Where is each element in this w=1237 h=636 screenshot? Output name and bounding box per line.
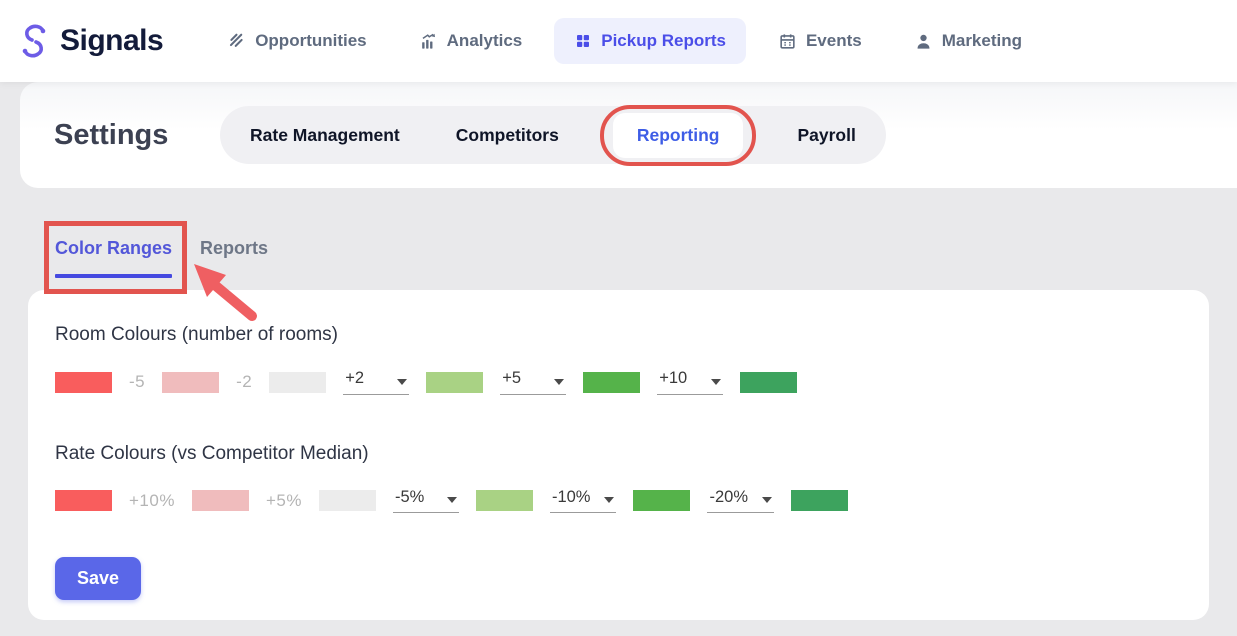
color-swatch — [426, 372, 483, 393]
color-swatch — [476, 490, 533, 511]
threshold-select[interactable]: -5% — [393, 489, 459, 514]
brand-name: Signals — [60, 24, 163, 58]
settings-tab-group: Rate Management Competitors Reporting Pa… — [220, 106, 886, 164]
opportunities-icon — [227, 32, 246, 51]
content-tab-color-ranges[interactable]: Color Ranges — [55, 238, 172, 278]
chevron-down-icon — [762, 497, 772, 503]
threshold-select-value: +2 — [345, 370, 364, 387]
settings-tab-reporting[interactable]: Reporting — [613, 113, 744, 158]
chevron-down-icon — [711, 379, 721, 385]
content-tabs: Color Ranges Reports — [55, 238, 1237, 278]
settings-tab-label: Rate Management — [250, 125, 400, 145]
range-threshold-label: +5% — [266, 491, 302, 511]
section-title: Rate Colours (vs Competitor Median) — [55, 443, 1209, 465]
nav-item-label: Marketing — [942, 31, 1022, 51]
chevron-down-icon — [554, 379, 564, 385]
threshold-select[interactable]: +10 — [657, 370, 723, 395]
color-swatch — [269, 372, 326, 393]
range-threshold-label: +10% — [129, 491, 175, 511]
threshold-select-value: -5% — [395, 489, 424, 506]
analytics-chart-icon — [419, 32, 438, 51]
section-title: Room Colours (number of rooms) — [55, 324, 1209, 346]
settings-tab-label: Payroll — [797, 125, 855, 145]
color-swatch — [633, 490, 690, 511]
color-swatch — [192, 490, 249, 511]
threshold-select[interactable]: -10% — [550, 489, 617, 514]
marketing-person-icon — [914, 32, 933, 51]
color-swatch — [740, 372, 797, 393]
chevron-down-icon — [604, 497, 614, 503]
color-swatch — [319, 490, 376, 511]
page-title: Settings — [54, 119, 188, 152]
settings-tab-competitors[interactable]: Competitors — [454, 113, 561, 158]
color-swatch — [55, 372, 112, 393]
rate-colours-section: Rate Colours (vs Competitor Median) +10%… — [55, 443, 1209, 514]
settings-tab-label: Reporting — [637, 125, 720, 145]
room-colours-section: Room Colours (number of rooms) -5 -2 +2 +… — [55, 324, 1209, 395]
color-swatch — [55, 490, 112, 511]
nav-item-label: Pickup Reports — [601, 31, 726, 51]
threshold-select[interactable]: +5 — [500, 370, 566, 395]
nav-item-label: Opportunities — [255, 31, 366, 51]
color-swatch — [583, 372, 640, 393]
threshold-select[interactable]: +2 — [343, 370, 409, 395]
threshold-select[interactable]: -20% — [707, 489, 774, 514]
nav-item-analytics[interactable]: Analytics — [399, 18, 543, 64]
signals-logo-icon — [14, 21, 54, 61]
threshold-select-value: +10 — [659, 370, 687, 387]
content-tab-reports[interactable]: Reports — [200, 238, 268, 259]
nav-item-opportunities[interactable]: Opportunities — [207, 18, 386, 64]
nav-item-events[interactable]: Events — [758, 18, 882, 64]
settings-tab-label: Competitors — [456, 125, 559, 145]
range-threshold-label: -2 — [236, 372, 252, 392]
settings-tab-payroll[interactable]: Payroll — [795, 113, 857, 158]
chevron-down-icon — [447, 497, 457, 503]
nav-item-label: Analytics — [447, 31, 523, 51]
active-tab-underline — [55, 274, 172, 278]
color-range-row: -5 -2 +2 +5 +10 — [55, 370, 1209, 395]
events-calendar-icon — [778, 32, 797, 51]
nav-item-pickup-reports[interactable]: Pickup Reports — [554, 18, 746, 64]
chevron-down-icon — [397, 379, 407, 385]
threshold-select-value: -10% — [552, 489, 591, 506]
pickup-reports-grid-icon — [574, 32, 592, 50]
settings-bar: Settings Rate Management Competitors Rep… — [20, 82, 1237, 188]
content-tab-label: Reports — [200, 238, 268, 258]
content-tab-label: Color Ranges — [55, 238, 172, 258]
color-range-row: +10% +5% -5% -10% -20% — [55, 489, 1209, 514]
nav-item-marketing[interactable]: Marketing — [894, 18, 1042, 64]
color-ranges-panel: Room Colours (number of rooms) -5 -2 +2 +… — [28, 290, 1209, 620]
settings-tab-rate-management[interactable]: Rate Management — [248, 113, 402, 158]
color-swatch — [162, 372, 219, 393]
threshold-select-value: +5 — [502, 370, 521, 387]
main-nav: Opportunities Analytics Pickup Reports E… — [207, 18, 1042, 64]
save-button[interactable]: Save — [55, 557, 141, 600]
app-header: Signals Opportunities Analytics Pickup R… — [0, 0, 1237, 82]
nav-item-label: Events — [806, 31, 862, 51]
range-threshold-label: -5 — [129, 372, 145, 392]
signals-brand[interactable]: Signals — [14, 21, 163, 61]
color-swatch — [791, 490, 848, 511]
threshold-select-value: -20% — [709, 489, 748, 506]
